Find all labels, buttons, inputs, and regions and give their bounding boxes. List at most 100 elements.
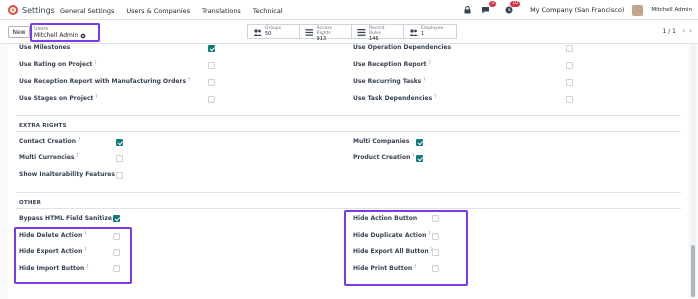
checkbox-multi-currencies[interactable]: [116, 155, 123, 162]
app-logo-icon[interactable]: [8, 5, 18, 15]
field-row: Contact Creation?: [19, 137, 80, 145]
highlight-left: [14, 227, 132, 284]
field-label: Multi Currencies: [19, 154, 75, 161]
scrollbar-thumb[interactable]: [691, 245, 695, 297]
checkbox-reception-report[interactable]: [566, 62, 573, 69]
field-label: Show Inalterability Features: [19, 171, 115, 178]
field-label: Contact Creation: [19, 138, 77, 145]
field-label: Use Reception Report with Manufacturing …: [19, 78, 187, 85]
chevron-right-icon[interactable]: ›: [689, 27, 692, 35]
checkbox-use-rating[interactable]: [208, 62, 215, 69]
main-menu: General Settings Users & Companies Trans…: [60, 7, 283, 15]
stat-value: 50: [265, 31, 272, 37]
checkbox-contact-creation[interactable]: [116, 139, 123, 146]
field-row: Use Recurring Tasks?: [353, 77, 425, 85]
field-row: Show Inalterability Features: [19, 171, 115, 178]
field-label: Use Recurring Tasks: [353, 78, 422, 85]
field-label: Use Stages on Project: [19, 95, 94, 102]
help-icon[interactable]: ?: [77, 153, 79, 158]
checkbox-reception-report-mo[interactable]: [208, 79, 215, 86]
app-name[interactable]: Settings: [22, 6, 55, 15]
field-label: Use Task Dependencies: [353, 95, 433, 102]
users-icon: [409, 29, 418, 36]
stat-groups[interactable]: Groups 50: [248, 25, 300, 38]
section-title-extra-rights: EXTRA RIGHTS: [19, 123, 67, 129]
stat-value: 913: [316, 36, 327, 42]
divider: [16, 115, 681, 116]
field-row: Use Operation Dependencies: [353, 44, 451, 51]
gear-icon[interactable]: [80, 33, 86, 39]
field-label: Multi Companies: [353, 138, 410, 145]
checkbox-inalterability[interactable]: [116, 172, 123, 179]
chat-badge: 5: [489, 1, 497, 7]
help-icon[interactable]: ?: [95, 94, 97, 99]
field-row: Bypass HTML Field Sanitize: [19, 215, 112, 222]
field-label: Use Operation Dependencies: [353, 44, 452, 51]
smart-buttons: Groups 50 Access Rights 913 Record Rules 14…: [247, 24, 457, 42]
field-label: Use Rating on Project: [19, 61, 93, 68]
stat-label: Access Rights: [316, 26, 332, 36]
stat-value: 146: [368, 36, 379, 42]
activity-badge: 10: [510, 1, 521, 7]
checkbox-product-creation[interactable]: [416, 155, 423, 162]
stat-employee[interactable]: Employee 1: [404, 25, 456, 38]
field-row: Use Reception Report with Manufacturing …: [19, 77, 190, 85]
highlight-right: [344, 210, 468, 286]
help-icon[interactable]: ?: [94, 60, 96, 65]
menu-technical[interactable]: Technical: [253, 7, 283, 15]
help-icon[interactable]: ?: [434, 94, 436, 99]
users-icon: [253, 29, 262, 36]
field-label: Use Milestones: [19, 44, 71, 51]
user-menu[interactable]: Mitchell Admin: [651, 7, 692, 13]
chat-icon[interactable]: 5: [480, 1, 497, 15]
top-navbar: Settings General Settings Users & Compan…: [0, 0, 698, 20]
checkbox-operation-dependencies[interactable]: [566, 45, 573, 52]
systray: 5 10 My Company (San Francisco) Mitchell…: [462, 0, 698, 20]
stat-record-rules[interactable]: Record Rules 146: [352, 25, 404, 42]
breadcrumb-current-label: Mitchell Admin: [34, 32, 79, 39]
field-row: Use Stages on Project?: [19, 94, 98, 102]
list-icon: [357, 29, 366, 36]
field-row: Multi Currencies?: [19, 153, 79, 161]
stat-label: Employee: [421, 26, 444, 31]
checkbox-use-stages[interactable]: [208, 96, 215, 103]
user-avatar[interactable]: [632, 4, 644, 16]
checkbox-multi-companies[interactable]: [416, 139, 423, 146]
menu-users-companies[interactable]: Users & Companies: [126, 7, 190, 15]
field-row: Product Creation?: [353, 153, 414, 161]
section-title-other: OTHER: [19, 200, 42, 206]
help-icon[interactable]: ?: [188, 77, 190, 82]
pager-buttons: ‹ ›: [682, 27, 692, 35]
field-label: Bypass HTML Field Sanitize: [19, 215, 112, 222]
stat-label: Record Rules: [368, 26, 385, 36]
field-row: Use Rating on Project?: [19, 60, 97, 68]
company-switcher[interactable]: My Company (San Francisco): [530, 6, 624, 14]
checkbox-recurring-tasks[interactable]: [566, 79, 573, 86]
field-label: Use Reception Report: [353, 61, 427, 68]
menu-general-settings[interactable]: General Settings: [60, 7, 114, 15]
help-icon[interactable]: ?: [423, 77, 425, 82]
checkbox-bypass-html-sanitize[interactable]: [113, 215, 120, 222]
checkbox-use-milestones[interactable]: [208, 45, 215, 52]
field-row: Multi Companies: [353, 138, 409, 145]
breadcrumb-current: Mitchell Admin: [34, 32, 98, 40]
divider: [16, 192, 681, 193]
menu-translations[interactable]: Translations: [202, 7, 241, 15]
checkbox-task-dependencies[interactable]: [566, 96, 573, 103]
stat-value: 1: [421, 31, 425, 37]
field-row: Use Milestones: [19, 44, 70, 51]
chevron-left-icon[interactable]: ‹: [682, 27, 685, 35]
divider: [16, 131, 681, 132]
help-icon[interactable]: ?: [78, 137, 80, 142]
breadcrumb: Users Mitchell Admin: [30, 23, 100, 42]
stat-access-rights[interactable]: Access Rights 913: [300, 25, 352, 42]
activity-clock-icon[interactable]: 10: [504, 1, 521, 15]
lock-icon[interactable]: [462, 5, 472, 15]
field-label: Product Creation: [353, 154, 411, 161]
list-icon: [305, 29, 314, 36]
help-icon[interactable]: ?: [429, 60, 431, 65]
pager-value[interactable]: 1 / 1: [663, 28, 676, 35]
field-row: Use Reception Report?: [353, 60, 431, 68]
help-icon[interactable]: ?: [412, 153, 414, 158]
new-button[interactable]: New: [8, 26, 30, 38]
